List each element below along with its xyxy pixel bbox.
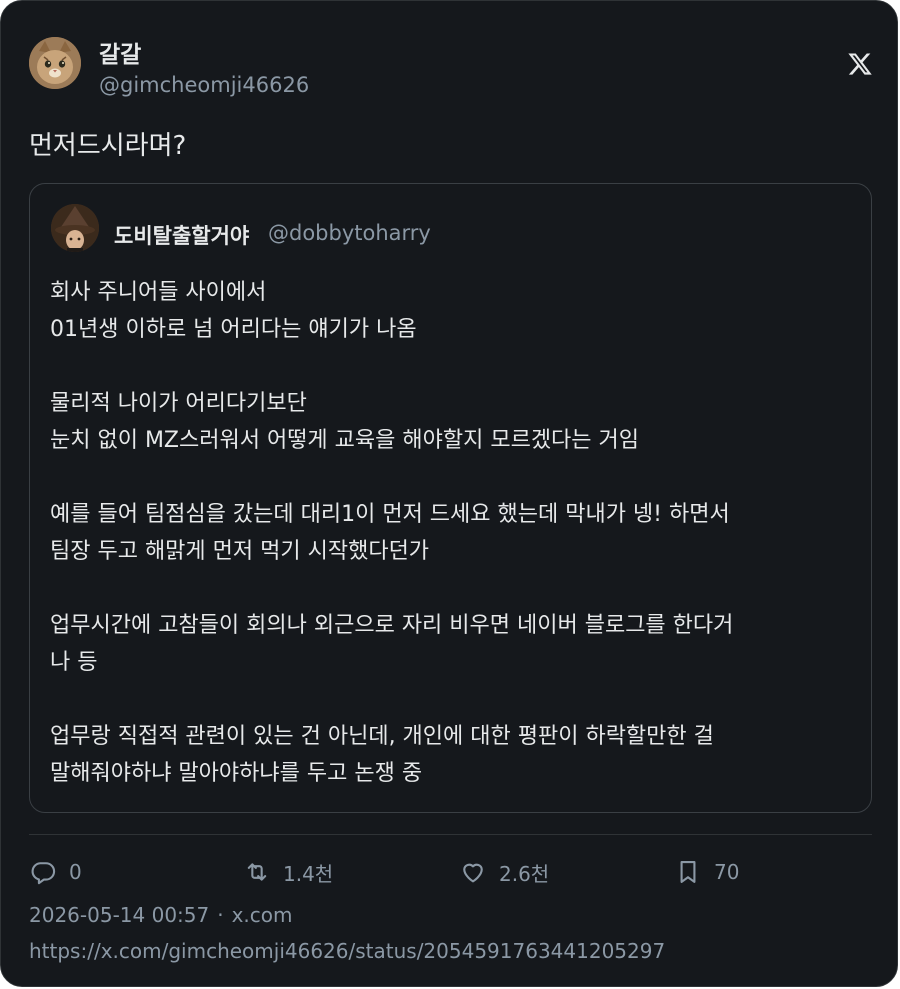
- quoted-text-line: 예를 들어 팀점심을 갔는데 대리1이 먼저 드세요 했는데 막내가 넹! 하면…: [50, 502, 730, 527]
- quoted-text-blank-line: [50, 681, 860, 718]
- quoted-text-line: 나 등: [50, 650, 98, 675]
- x-logo-icon[interactable]: [847, 51, 873, 77]
- tweet-card: 갈갈 @gimcheomji46626 먼저드시라며? 도비탈출할거야 @dob…: [0, 0, 898, 987]
- retweet-icon: [243, 858, 271, 886]
- quoted-text-line: 팀장 두고 해맑게 먼저 먹기 시작했다던가: [50, 539, 430, 564]
- quoted-display-name[interactable]: 도비탈출할거야: [114, 220, 249, 250]
- reply-count: 0: [69, 860, 82, 884]
- author-display-name[interactable]: 갈갈: [99, 35, 141, 69]
- quoted-text-line: 말해줘야하냐 말아야하냐를 두고 논쟁 중: [50, 761, 423, 786]
- tweet-url[interactable]: https://x.com/gimcheomji46626/status/205…: [29, 939, 665, 963]
- action-bar-divider: [29, 834, 872, 835]
- quoted-tweet-body: 회사 주니어들 사이에서 01년생 이하로 넘 어리다는 얘기가 나옴 물리적 …: [50, 274, 860, 792]
- quoted-text-line: 업무랑 직접적 관련이 있는 건 아닌데, 개인에 대한 평판이 하락할만한 걸: [50, 724, 714, 749]
- retweet-count: 1.4천: [283, 861, 334, 886]
- quoted-text-blank-line: [50, 570, 860, 607]
- cat-avatar-icon: [29, 37, 81, 89]
- tweet-text: 먼저드시라며?: [29, 131, 187, 161]
- timestamp[interactable]: 2026-05-14 00:57: [29, 903, 209, 927]
- quoted-text-line: 업무시간에 고참들이 회의나 외근으로 자리 비우면 네이버 블로그를 한다거: [50, 613, 734, 638]
- quoted-text-line: 물리적 나이가 어리다기보단: [50, 391, 307, 416]
- quoted-tweet[interactable]: 도비탈출할거야 @dobbytoharry 회사 주니어들 사이에서 01년생 …: [29, 183, 872, 813]
- quoted-text-line: 눈치 없이 MZ스러워서 어떻게 교육을 해야할지 모르겠다는 거임: [50, 428, 640, 453]
- quoted-text-blank-line: [50, 348, 860, 385]
- author-avatar[interactable]: [29, 37, 81, 89]
- bookmark-button[interactable]: 70: [674, 854, 739, 890]
- quoted-text-blank-line: [50, 459, 860, 496]
- like-count: 2.6천: [499, 861, 550, 886]
- meta-separator: ·: [217, 903, 224, 927]
- bookmark-count: 70: [714, 860, 740, 884]
- quoted-text-line: 회사 주니어들 사이에서: [50, 280, 267, 305]
- wizard-hat-avatar-icon: [51, 204, 99, 252]
- quoted-handle[interactable]: @dobbytoharry: [268, 221, 431, 245]
- quoted-author-avatar[interactable]: [51, 204, 99, 252]
- author-handle[interactable]: @gimcheomji46626: [99, 73, 309, 97]
- like-button[interactable]: 2.6천: [459, 854, 549, 890]
- quoted-text-line: 01년생 이하로 넘 어리다는 얘기가 나옴: [50, 317, 417, 342]
- retweet-button[interactable]: 1.4천: [243, 854, 333, 890]
- reply-button[interactable]: 0: [29, 854, 82, 890]
- bookmark-icon: [674, 858, 702, 886]
- source-link[interactable]: x.com: [232, 903, 293, 927]
- heart-icon: [459, 858, 487, 886]
- tweet-meta: 2026-05-14 00:57 · x.com: [29, 903, 293, 927]
- reply-icon: [29, 858, 57, 886]
